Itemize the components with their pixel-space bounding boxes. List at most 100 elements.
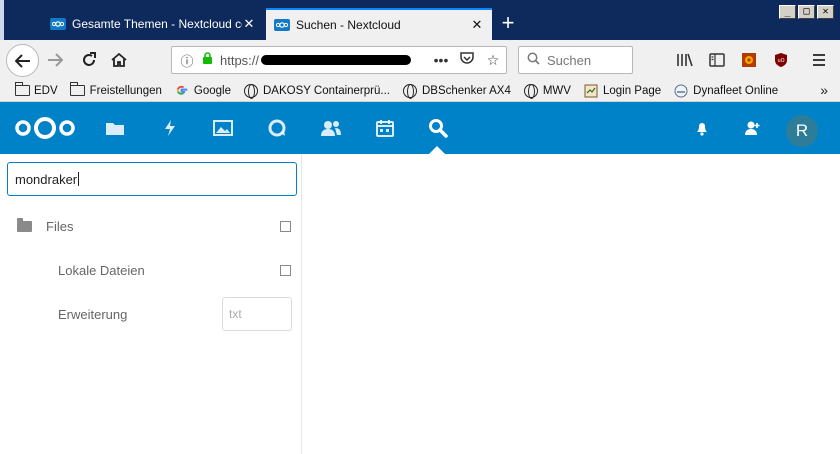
ublock-origin-icon[interactable]: uO [770, 50, 792, 70]
search-input-value: mondraker [15, 171, 78, 187]
bookmark-label: Dynafleet Online [693, 84, 779, 97]
url-text: https:// [220, 52, 260, 68]
talk-app-button[interactable] [266, 117, 288, 139]
text-cursor [78, 172, 80, 186]
search-placeholder: Suchen [547, 52, 592, 68]
bookmark-login-page[interactable]: Login Page [583, 84, 661, 98]
tab-suchen[interactable]: Suchen - Nextcloud ✕ [266, 8, 492, 40]
bookmark-label: DAKOSY Containerprü... [262, 84, 390, 97]
filter-label: Lokale Dateien [58, 262, 145, 278]
library-icon[interactable] [674, 50, 696, 70]
search-sidebar: mondraker Files Lokale Dateien Erweiteru… [0, 154, 302, 454]
activity-icon [165, 120, 175, 136]
calendar-app-button[interactable] [374, 117, 396, 139]
tab-title: Gesamte Themen - Nextcloud com [72, 17, 242, 31]
globe-icon [523, 83, 539, 99]
browser-search-bar[interactable]: Suchen [518, 46, 633, 74]
contacts-app-button[interactable] [320, 117, 342, 139]
reload-icon [83, 52, 96, 66]
info-icon[interactable]: ⓘ [176, 51, 198, 70]
bookmark-dakosy[interactable]: DAKOSY Containerprü... [243, 83, 390, 99]
globe-icon [243, 83, 259, 99]
folder-icon [106, 123, 124, 135]
forward-button[interactable] [40, 45, 70, 75]
search-results-area [303, 154, 840, 454]
url-bar[interactable]: ⓘ https:// ••• ☆ [171, 46, 507, 74]
calendar-icon [376, 120, 394, 137]
reload-button[interactable] [74, 45, 104, 75]
bookmark-label: MWV [542, 84, 571, 97]
activity-app-button[interactable] [159, 117, 181, 139]
more-bookmarks-button[interactable]: » [820, 82, 828, 98]
active-app-indicator [429, 146, 445, 154]
folder-icon [14, 82, 30, 98]
bookmark-mwv[interactable]: MWV [523, 83, 571, 99]
folder-icon [70, 82, 86, 98]
arrow-right-icon [48, 53, 63, 67]
nextcloud-logo-icon[interactable] [14, 116, 76, 140]
notifications-button[interactable] [691, 117, 713, 139]
gallery-icon [213, 120, 233, 136]
nextcloud-favicon-icon [50, 18, 66, 30]
filter-lokale-dateien[interactable]: Lokale Dateien [0, 254, 302, 286]
nextcloud-header [0, 102, 840, 154]
sidebar-toggle-icon[interactable] [706, 50, 728, 70]
bookmark-freistellungen[interactable]: Freistellungen [70, 82, 162, 98]
new-tab-button[interactable]: + [498, 12, 518, 34]
lokale-dateien-checkbox[interactable] [280, 264, 291, 276]
bookmark-dynafleet[interactable]: Dynafleet Online [673, 84, 778, 98]
tab-gesamte-themen[interactable]: Gesamte Themen - Nextcloud com ✕ [42, 8, 264, 40]
svg-text:uO: uO [777, 58, 784, 64]
tab-close-icon[interactable]: ✕ [470, 17, 484, 33]
bookmark-label: DBSchenker AX4 [421, 84, 511, 97]
bookmark-edv[interactable]: EDV [14, 82, 58, 98]
window-edge [0, 0, 4, 40]
page-actions-icon[interactable]: ••• [428, 52, 454, 68]
home-button[interactable] [104, 45, 134, 75]
bookmark-label: EDV [34, 84, 58, 97]
google-icon [174, 84, 190, 98]
lock-icon[interactable] [198, 52, 216, 68]
nextcloud-favicon-icon [274, 19, 290, 31]
bookmark-star-icon[interactable]: ☆ [480, 52, 506, 69]
back-button[interactable] [6, 44, 39, 77]
maximize-button[interactable]: □ [798, 5, 815, 19]
navigation-toolbar: ⓘ https:// ••• ☆ Suchen uO [0, 40, 840, 80]
talk-icon [268, 119, 286, 137]
extension-gear-icon[interactable] [738, 50, 760, 70]
tab-title: Suchen - Nextcloud [296, 18, 401, 32]
pocket-icon[interactable] [454, 52, 480, 68]
contacts-menu-button[interactable] [741, 117, 763, 139]
search-icon [429, 119, 448, 138]
page-icon [583, 84, 599, 98]
extension-input[interactable]: txt [222, 297, 292, 331]
search-app-button[interactable] [427, 117, 449, 139]
search-input[interactable]: mondraker [7, 162, 297, 196]
bookmark-google[interactable]: Google [174, 84, 231, 98]
filter-files[interactable]: Files [0, 210, 302, 242]
tab-close-icon[interactable]: ✕ [242, 16, 256, 32]
notifications-icon [697, 123, 707, 136]
gallery-app-button[interactable] [212, 117, 234, 139]
menu-icon[interactable] [808, 50, 830, 70]
globe-icon [402, 83, 418, 99]
close-window-button[interactable]: ✕ [817, 5, 834, 19]
filter-erweiterung: Erweiterung txt [0, 297, 302, 331]
minimize-button[interactable]: _ [779, 5, 796, 19]
files-app-button[interactable] [104, 117, 126, 139]
contacts-icon [321, 121, 341, 136]
bookmark-label: Freistellungen [89, 84, 162, 97]
avatar[interactable]: R [786, 115, 818, 147]
files-checkbox[interactable] [280, 220, 291, 232]
contacts-menu-icon [745, 121, 760, 135]
home-icon [111, 52, 127, 67]
bookmark-label: Login Page [602, 84, 662, 97]
bookmark-dbschenker[interactable]: DBSchenker AX4 [402, 83, 511, 99]
window-controls: _ □ ✕ [779, 5, 834, 19]
bookmarks-toolbar: EDV Freistellungen Google DAKOSY Contain… [0, 80, 840, 102]
folder-icon [17, 217, 32, 232]
browser-tab-bar: Gesamte Themen - Nextcloud com ✕ Suchen … [0, 0, 840, 40]
filter-label: Files [46, 218, 74, 234]
search-icon [519, 52, 547, 68]
bookmark-label: Google [193, 84, 231, 97]
